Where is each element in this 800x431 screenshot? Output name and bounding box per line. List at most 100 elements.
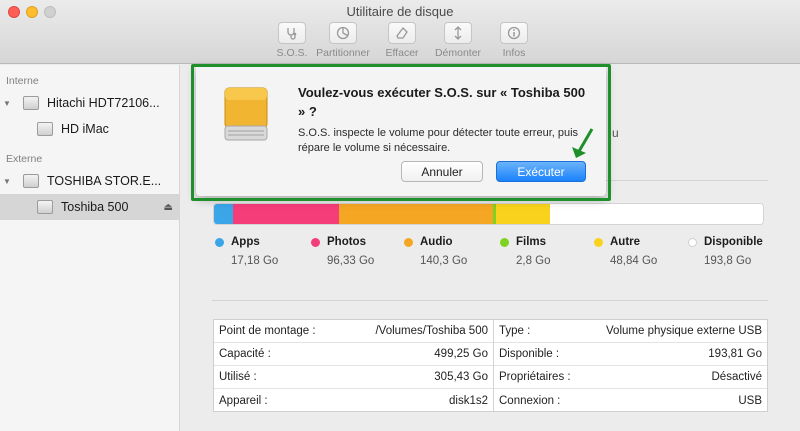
volume-icon	[37, 200, 53, 214]
info-value: Désactivé	[711, 371, 763, 383]
legend-value: 193,8 Go	[704, 255, 752, 267]
sidebar-item-hd-imac[interactable]: HD iMac	[0, 116, 179, 142]
legend-item-photos: Photos 96,33 Go	[311, 236, 374, 267]
legend-value: 2,8 Go	[516, 255, 551, 267]
sidebar-item-toshiba-drive[interactable]: ▼ TOSHIBA STOR.E...	[0, 168, 179, 194]
disk-utility-window: Utilitaire de disque S.O.S. Partitionner…	[0, 0, 800, 431]
info-column-left: Point de montage : /Volumes/Toshiba 500 C…	[214, 320, 493, 411]
info-button[interactable]: Infos	[484, 22, 544, 59]
erase-button[interactable]: Effacer	[372, 22, 432, 59]
legend-value: 96,33 Go	[327, 255, 375, 267]
info-row-owners: Propriétaires : Désactivé	[494, 366, 767, 389]
sidebar-item-label: HD iMac	[61, 122, 109, 136]
legend-label: Films	[516, 236, 547, 248]
unmount-button[interactable]: Démonter	[428, 22, 488, 59]
info-label: Capacité :	[219, 348, 271, 360]
external-drive-icon	[224, 87, 268, 141]
internal-disk-icon	[23, 96, 39, 110]
sidebar-section-external: Externe	[6, 153, 43, 165]
info-value: 193,81 Go	[708, 348, 762, 360]
toolbar-label: Infos	[502, 47, 526, 59]
usage-segment-photos	[232, 204, 339, 224]
info-value: disk1s2	[449, 394, 488, 407]
legend-color-dot	[404, 237, 413, 247]
legend-item-films: Films 2,8 Go	[500, 236, 551, 267]
legend-color-dot	[688, 237, 697, 247]
sidebar-item-toshiba-500[interactable]: Toshiba 500 ⏏	[0, 194, 179, 220]
info-row-type: Type : Volume physique externe USB	[494, 320, 767, 343]
info-column-right: Type : Volume physique externe USB Dispon…	[494, 320, 767, 411]
info-row-used: Utilisé : 305,43 Go	[214, 366, 493, 389]
sidebar-item-label: TOSHIBA STOR.E...	[47, 174, 162, 188]
legend-color-dot	[500, 237, 509, 247]
info-row-mount-point: Point de montage : /Volumes/Toshiba 500	[214, 320, 493, 343]
info-row-connection: Connexion : USB	[494, 389, 767, 412]
toolbar: S.O.S. Partitionner Effacer Démonter Inf…	[0, 22, 800, 62]
legend-item-autre: Autre 48,84 Go	[594, 236, 657, 267]
dialog-title: Voulez-vous exécuter S.O.S. sur « Toshib…	[298, 85, 586, 119]
dialog-message: S.O.S. inspecte le volume pour détecter …	[298, 127, 579, 154]
partition-icon	[329, 22, 357, 44]
stethoscope-icon	[278, 22, 306, 44]
legend-item-apps: Apps 17,18 Go	[215, 236, 278, 267]
sidebar: Interne ▼ Hitachi HDT72106... HD iMac Ex…	[0, 65, 180, 431]
usage-segment-apps	[214, 204, 233, 224]
disclosure-triangle-icon[interactable]: ▼	[3, 99, 13, 108]
external-disk-icon	[23, 174, 39, 188]
info-label: Appareil :	[219, 394, 268, 407]
eject-icon[interactable]: ⏏	[164, 202, 173, 213]
info-value: 305,43 Go	[434, 371, 488, 383]
info-row-device: Appareil : disk1s2	[214, 389, 493, 412]
legend-color-dot	[594, 237, 603, 247]
info-value: 499,25 Go	[434, 348, 488, 360]
toolbar-label: Partitionner	[316, 47, 370, 59]
volume-icon	[37, 122, 53, 136]
erase-icon	[388, 22, 416, 44]
info-label: Connexion :	[499, 394, 561, 407]
legend-label: Disponible	[704, 236, 763, 248]
first-aid-dialog: Voulez-vous exécuter S.O.S. sur « Toshib…	[196, 66, 606, 196]
disclosure-triangle-icon[interactable]: ▼	[3, 177, 13, 186]
volume-info-table: Point de montage : /Volumes/Toshiba 500 C…	[213, 319, 768, 412]
legend-value: 48,84 Go	[610, 255, 658, 267]
usage-segment-autre	[496, 204, 550, 224]
divider	[212, 300, 768, 301]
toolbar-label: Effacer	[385, 47, 419, 59]
legend-label: Autre	[610, 236, 641, 248]
volume-summary-fragment: u	[612, 126, 619, 140]
unmount-icon	[444, 22, 472, 44]
usage-segment-audio	[338, 204, 494, 224]
info-label: Propriétaires :	[499, 371, 571, 383]
legend-color-dot	[215, 237, 224, 247]
legend-item-audio: Audio 140,3 Go	[404, 236, 467, 267]
sidebar-item-hitachi[interactable]: ▼ Hitachi HDT72106...	[0, 90, 179, 116]
legend-value: 17,18 Go	[231, 255, 279, 267]
info-row-available: Disponible : 193,81 Go	[494, 343, 767, 366]
window-title: Utilitaire de disque	[346, 4, 454, 19]
storage-usage-bar	[213, 203, 764, 225]
legend-label: Apps	[231, 236, 260, 248]
pointer-arrow-icon	[572, 128, 594, 158]
usage-segment-disponible	[549, 204, 763, 224]
info-row-capacity: Capacité : 499,25 Go	[214, 343, 493, 366]
legend-value: 140,3 Go	[420, 255, 468, 267]
sidebar-section-internal: Interne	[6, 75, 39, 87]
info-label: Utilisé :	[219, 371, 257, 383]
partition-button[interactable]: Partitionner	[313, 22, 373, 59]
toolbar-label: Démonter	[434, 47, 482, 59]
info-value: Volume physique externe USB	[606, 325, 762, 337]
info-value: USB	[738, 394, 762, 407]
legend-label: Photos	[327, 236, 366, 248]
sidebar-item-label: Toshiba 500	[61, 200, 129, 214]
legend-color-dot	[311, 237, 320, 247]
info-value: /Volumes/Toshiba 500	[375, 325, 488, 337]
sidebar-item-label: Hitachi HDT72106...	[47, 96, 160, 110]
title-bar: Utilitaire de disque S.O.S. Partitionner…	[0, 0, 800, 64]
info-icon	[500, 22, 528, 44]
legend-label: Audio	[420, 236, 453, 248]
info-label: Point de montage :	[219, 325, 316, 337]
info-label: Disponible :	[499, 348, 560, 360]
info-label: Type :	[499, 325, 531, 337]
execute-button[interactable]: Exécuter	[496, 161, 586, 182]
cancel-button[interactable]: Annuler	[401, 161, 483, 182]
